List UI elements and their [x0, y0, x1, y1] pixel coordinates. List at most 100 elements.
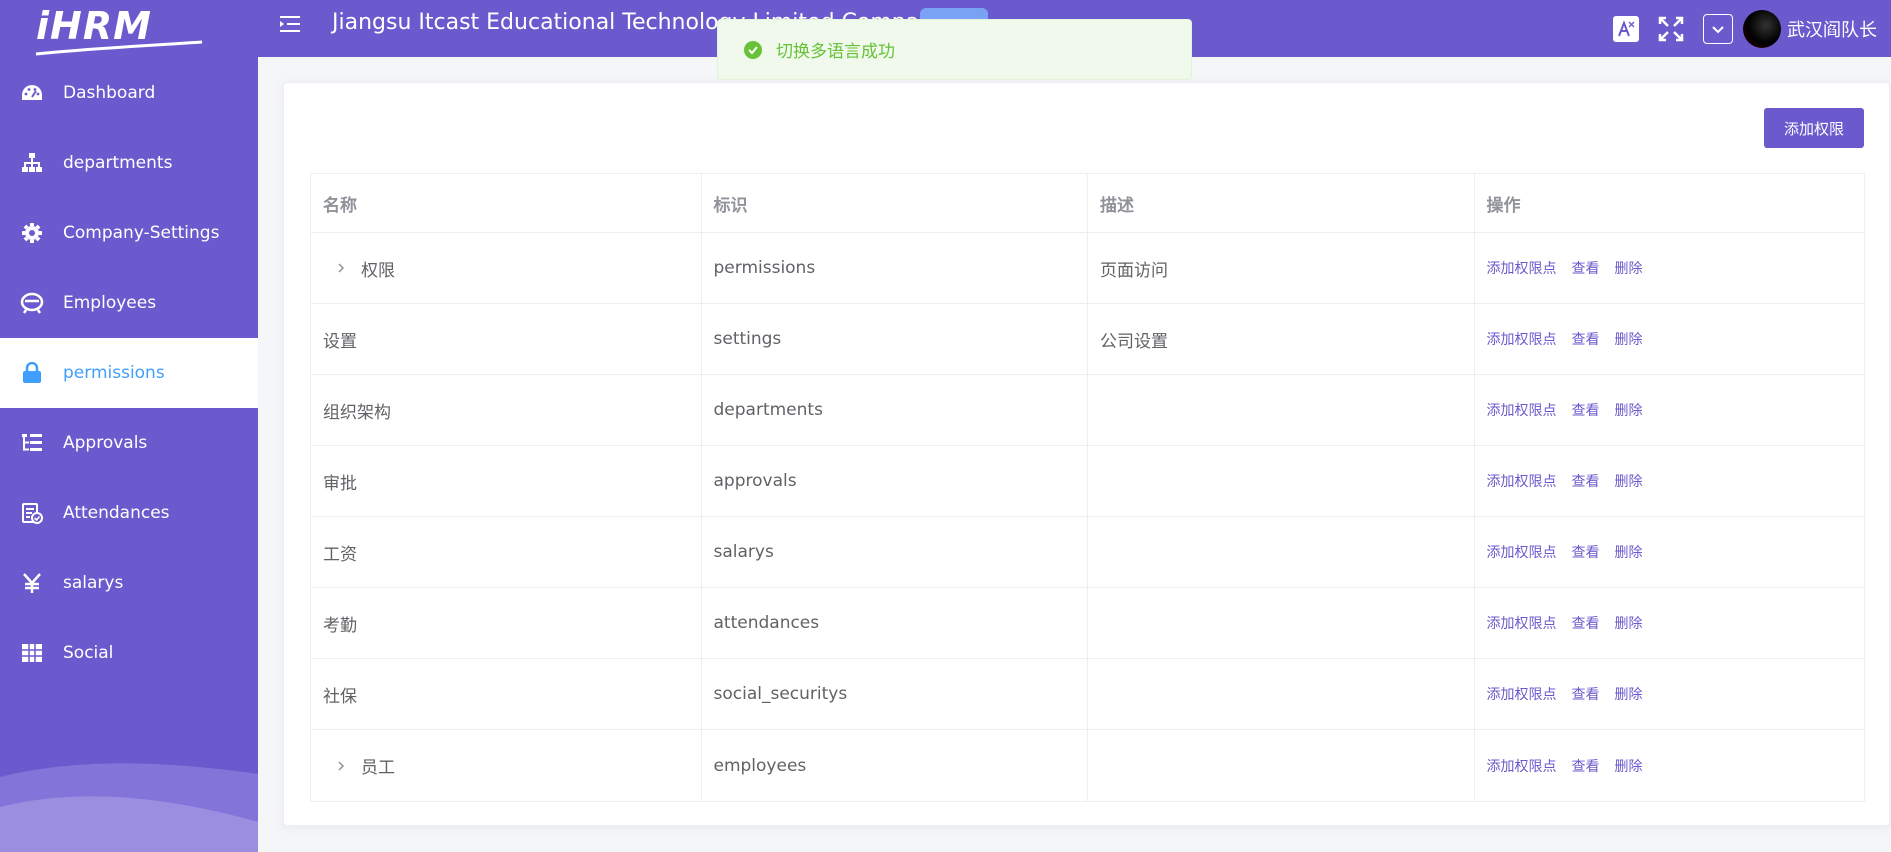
sidebar-item-employees[interactable]: Employees	[0, 268, 258, 338]
view-link[interactable]: 查看	[1572, 613, 1600, 633]
sidebar-item-label: departments	[63, 153, 173, 173]
fullscreen-icon[interactable]	[1657, 15, 1685, 43]
column-header-actions: 操作	[1486, 195, 1521, 216]
table-row: 权限 permissions 页面访问 添加权限点 查看 删除	[311, 233, 1864, 304]
sidebar-item-label: permissions	[63, 363, 165, 383]
chevron-down-icon	[1712, 25, 1724, 33]
people-icon	[19, 290, 45, 316]
cell-code: approvals	[702, 446, 1088, 516]
delete-link[interactable]: 删除	[1615, 542, 1643, 562]
sidebar-item-company-settings[interactable]: Company-Settings	[0, 198, 258, 268]
add-permission-point-link[interactable]: 添加权限点	[1487, 400, 1557, 420]
gear-icon	[19, 220, 45, 246]
cell-name: 组织架构	[311, 375, 702, 445]
cell-code: attendances	[702, 588, 1088, 658]
view-link[interactable]: 查看	[1572, 400, 1600, 420]
tree-table-icon	[19, 430, 45, 456]
sidebar-item-attendances[interactable]: Attendances	[0, 478, 258, 548]
chevron-right-icon[interactable]	[331, 756, 351, 776]
cell-actions: 添加权限点 查看 删除	[1475, 233, 1865, 303]
theme-dropdown-button[interactable]	[1703, 13, 1733, 44]
add-permission-point-link[interactable]: 添加权限点	[1487, 613, 1557, 633]
chevron-right-icon[interactable]	[331, 258, 351, 278]
cell-name: 员工	[311, 730, 702, 801]
cell-name: 考勤	[311, 588, 702, 658]
cell-name: 工资	[311, 517, 702, 587]
sidebar-item-dashboard[interactable]: Dashboard	[0, 58, 258, 128]
lock-icon	[19, 360, 45, 386]
view-link[interactable]: 查看	[1572, 471, 1600, 491]
permission-name: 权限	[361, 260, 395, 281]
view-link[interactable]: 查看	[1572, 756, 1600, 776]
avatar[interactable]	[1743, 9, 1781, 48]
table-row: 审批 approvals 添加权限点 查看 删除	[311, 446, 1864, 517]
add-permission-point-link[interactable]: 添加权限点	[1487, 684, 1557, 704]
permission-name: 组织架构	[323, 402, 391, 423]
cell-actions: 添加权限点 查看 删除	[1475, 659, 1865, 729]
cell-code: salarys	[702, 517, 1088, 587]
sidebar-item-label: Employees	[63, 293, 157, 313]
username[interactable]: 武汉阎队长	[1787, 16, 1877, 42]
permission-name: 审批	[323, 473, 357, 494]
sidebar-item-label: salarys	[63, 573, 124, 593]
cell-actions: 添加权限点 查看 删除	[1475, 375, 1865, 445]
skill-icon	[19, 500, 45, 526]
permission-name: 设置	[323, 331, 357, 352]
delete-link[interactable]: 删除	[1615, 258, 1643, 278]
sidebar-item-label: Dashboard	[63, 83, 156, 103]
cell-description: 公司设置	[1088, 304, 1475, 374]
cell-description	[1088, 517, 1475, 587]
check-circle-icon	[744, 40, 762, 59]
sidebar-item-label: Social	[63, 643, 114, 663]
sidebar-item-salarys[interactable]: salarys	[0, 548, 258, 618]
sidebar-menu: Dashboard departments Company-Settings E…	[0, 58, 258, 688]
sidebar-wave-decoration	[0, 763, 258, 852]
cell-actions: 添加权限点 查看 删除	[1475, 446, 1865, 516]
delete-link[interactable]: 删除	[1615, 684, 1643, 704]
sidebar: iHRM Dashboard departments Company-Setti…	[0, 0, 258, 852]
permission-name: 社保	[323, 686, 357, 707]
sidebar-item-label: Approvals	[63, 433, 148, 453]
delete-link[interactable]: 删除	[1615, 400, 1643, 420]
language-icon[interactable]	[1613, 15, 1639, 42]
add-permission-point-link[interactable]: 添加权限点	[1487, 329, 1557, 349]
sidebar-item-social[interactable]: Social	[0, 618, 258, 688]
permission-name: 员工	[361, 758, 395, 778]
column-header-name: 名称	[311, 174, 702, 232]
success-toast: 切换多语言成功	[717, 19, 1192, 80]
add-permission-point-link[interactable]: 添加权限点	[1487, 471, 1557, 491]
table-body: 权限 permissions 页面访问 添加权限点 查看 删除 设置 settings 公司设置…	[311, 233, 1864, 801]
column-header-description: 描述	[1088, 174, 1475, 232]
cell-description: 页面访问	[1088, 233, 1475, 303]
sidebar-item-approvals[interactable]: Approvals	[0, 408, 258, 478]
add-permission-point-link[interactable]: 添加权限点	[1487, 258, 1557, 278]
cell-code: permissions	[702, 233, 1088, 303]
cell-name: 社保	[311, 659, 702, 729]
cell-description	[1088, 375, 1475, 445]
add-permission-point-link[interactable]: 添加权限点	[1487, 756, 1557, 776]
view-link[interactable]: 查看	[1572, 258, 1600, 278]
cell-code: employees	[702, 730, 1088, 801]
sidebar-item-permissions[interactable]: permissions	[0, 338, 258, 408]
hamburger-icon[interactable]	[278, 14, 302, 34]
toast-message: 切换多语言成功	[776, 42, 895, 62]
table-icon	[19, 640, 45, 666]
cell-description	[1088, 730, 1475, 801]
cell-description	[1088, 446, 1475, 516]
permissions-table: 名称 标识 描述 操作 权限 permissions 页面访问 添加权限点 查看 删除 设置…	[310, 173, 1865, 802]
delete-link[interactable]: 删除	[1615, 613, 1643, 633]
delete-link[interactable]: 删除	[1615, 329, 1643, 349]
cell-actions: 添加权限点 查看 删除	[1475, 730, 1865, 801]
add-permission-button[interactable]: 添加权限	[1764, 108, 1864, 148]
sidebar-item-label: Attendances	[63, 503, 170, 523]
view-link[interactable]: 查看	[1572, 542, 1600, 562]
sidebar-item-departments[interactable]: departments	[0, 128, 258, 198]
money-icon	[19, 570, 45, 596]
view-link[interactable]: 查看	[1572, 329, 1600, 349]
permission-name: 工资	[323, 544, 357, 565]
delete-link[interactable]: 删除	[1615, 471, 1643, 491]
add-permission-point-link[interactable]: 添加权限点	[1487, 542, 1557, 562]
delete-link[interactable]: 删除	[1615, 756, 1643, 776]
view-link[interactable]: 查看	[1572, 684, 1600, 704]
table-row: 组织架构 departments 添加权限点 查看 删除	[311, 375, 1864, 446]
